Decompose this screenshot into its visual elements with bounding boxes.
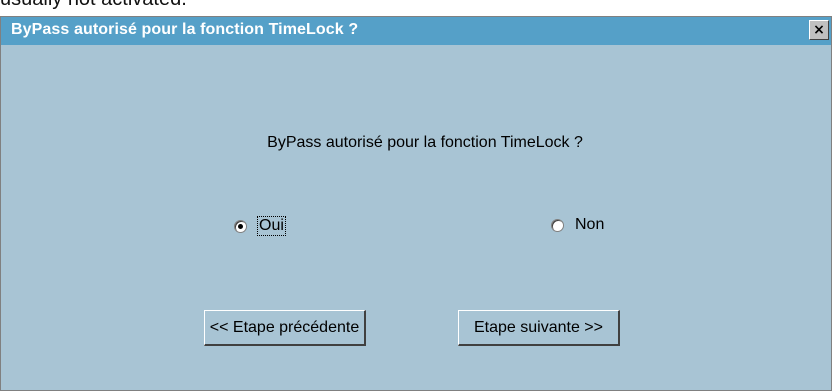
question-text: ByPass autorisé pour la fonction TimeLoc… bbox=[267, 134, 583, 151]
radio-oui[interactable]: Oui bbox=[234, 216, 286, 236]
title-bar[interactable]: ByPass autorisé pour la fonction TimeLoc… bbox=[1, 17, 831, 45]
dialog-window: ByPass autorisé pour la fonction TimeLoc… bbox=[0, 16, 832, 391]
previous-step-button[interactable]: << Etape précédente bbox=[204, 310, 366, 346]
background-text: usually not activated. bbox=[0, 0, 187, 11]
window-title: ByPass autorisé pour la fonction TimeLoc… bbox=[11, 21, 359, 38]
radio-button-oui[interactable] bbox=[234, 219, 247, 233]
radio-label-oui[interactable]: Oui bbox=[257, 216, 286, 236]
radio-selected-dot bbox=[238, 223, 243, 229]
radio-non[interactable]: Non bbox=[551, 216, 605, 234]
radio-label-non[interactable]: Non bbox=[574, 216, 605, 234]
radio-button-non[interactable] bbox=[551, 218, 564, 232]
close-icon: × bbox=[813, 22, 825, 38]
next-step-button[interactable]: Etape suivante >> bbox=[458, 310, 620, 346]
close-button[interactable]: × bbox=[809, 20, 829, 40]
page: usually not activated. ByPass autorisé p… bbox=[0, 0, 832, 391]
